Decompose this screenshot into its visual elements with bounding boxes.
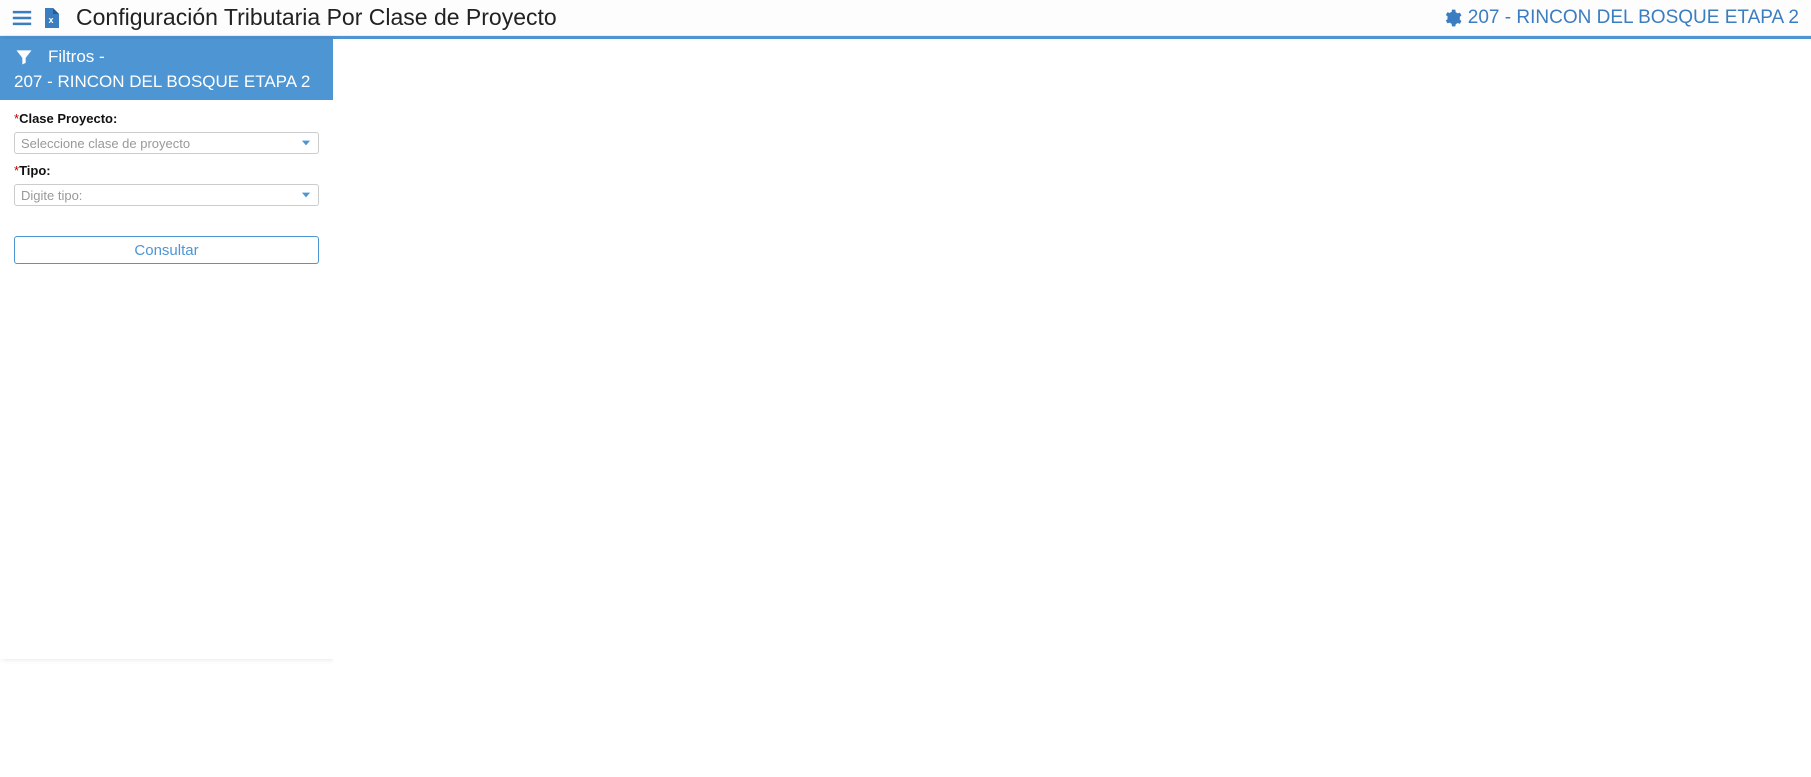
filter-icon xyxy=(14,47,34,67)
tipo-label: Tipo: xyxy=(19,163,51,178)
gear-icon xyxy=(1442,8,1462,28)
clase-proyecto-label: Clase Proyecto: xyxy=(19,111,117,126)
form-group-tipo: *Tipo: xyxy=(14,162,319,206)
consultar-button[interactable]: Consultar xyxy=(14,236,319,264)
tipo-select-wrap xyxy=(14,184,319,206)
sidebar-header: Filtros - 207 - RINCON DEL BOSQUE ETAPA … xyxy=(0,39,333,100)
clase-proyecto-select-wrap xyxy=(14,132,319,154)
app-header: x Configuración Tributaria Por Clase de … xyxy=(0,0,1811,36)
filters-form: *Clase Proyecto: *Tipo: Consultar xyxy=(0,100,333,274)
sidebar-title-prefix: Filtros - xyxy=(48,45,105,70)
layout: Filtros - 207 - RINCON DEL BOSQUE ETAPA … xyxy=(0,39,1811,777)
tipo-input[interactable] xyxy=(14,184,319,206)
svg-text:x: x xyxy=(48,15,53,25)
filters-sidebar: Filtros - 207 - RINCON DEL BOSQUE ETAPA … xyxy=(0,39,333,659)
clase-proyecto-select[interactable] xyxy=(14,132,319,154)
header-context[interactable]: 207 - RINCON DEL BOSQUE ETAPA 2 xyxy=(1442,7,1799,29)
excel-export-icon[interactable]: x xyxy=(42,8,60,28)
page-title: Configuración Tributaria Por Clase de Pr… xyxy=(76,4,557,31)
sidebar-title-context: 207 - RINCON DEL BOSQUE ETAPA 2 xyxy=(14,70,310,95)
menu-icon[interactable] xyxy=(12,8,32,28)
main-content xyxy=(333,39,1811,777)
form-group-clase-proyecto: *Clase Proyecto: xyxy=(14,110,319,154)
header-left: x Configuración Tributaria Por Clase de … xyxy=(12,4,557,31)
context-label: 207 - RINCON DEL BOSQUE ETAPA 2 xyxy=(1468,7,1799,29)
